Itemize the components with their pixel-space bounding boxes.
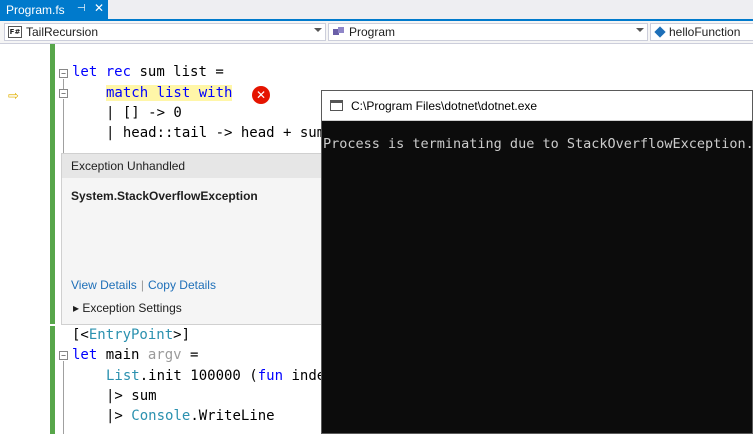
code-line[interactable]: List.init 100000 (fun inde	[106, 368, 325, 384]
exception-type: System.StackOverflowException	[71, 189, 258, 203]
project-dropdown-value: TailRecursion	[26, 25, 99, 39]
error-icon[interactable]: ✕	[252, 86, 270, 104]
member-dropdown[interactable]: helloFunction	[650, 23, 753, 41]
code-line[interactable]: [<EntryPoint>]	[72, 327, 190, 343]
fsharp-file-icon: F#	[8, 26, 22, 38]
view-details-link[interactable]: View Details	[71, 278, 137, 292]
exception-links: View Details | Copy Details	[71, 278, 216, 292]
code-line[interactable]: |> sum	[106, 388, 157, 404]
current-statement-highlight: match list with	[106, 85, 233, 101]
outline-guide	[63, 361, 64, 434]
console-title: C:\Program Files\dotnet\dotnet.exe	[351, 98, 538, 113]
outline-guide	[63, 79, 64, 89]
class-icon	[333, 27, 345, 37]
exception-settings-expander[interactable]: ▸ Exception Settings	[73, 301, 182, 315]
code-line[interactable]: | [] -> 0	[106, 105, 182, 121]
change-tracking-bar	[50, 44, 55, 324]
code-line[interactable]: |> Console.WriteLine	[106, 408, 275, 424]
tab-program-fs[interactable]: Program.fs ⊣ ✕	[0, 0, 108, 19]
navigation-bar: F# TailRecursion Program helloFunction	[0, 21, 753, 44]
copy-details-link[interactable]: Copy Details	[148, 278, 216, 292]
code-line-current-statement[interactable]: match list with	[106, 85, 233, 101]
console-title-bar[interactable]: C:\Program Files\dotnet\dotnet.exe	[322, 91, 752, 121]
chevron-down-icon	[314, 28, 322, 32]
expand-arrow-icon: ▸	[73, 301, 80, 315]
outline-guide	[63, 99, 64, 153]
close-icon[interactable]: ✕	[94, 1, 104, 15]
document-tab-strip: Program.fs ⊣ ✕	[0, 0, 753, 21]
tab-title: Program.fs	[6, 2, 65, 17]
project-dropdown[interactable]: F# TailRecursion	[4, 23, 326, 41]
chevron-down-icon	[636, 28, 644, 32]
exception-helper-popup: Exception Unhandled System.StackOverflow…	[61, 153, 323, 325]
collapse-toggle[interactable]: −	[59, 89, 68, 98]
code-line[interactable]: let rec sum list =	[72, 64, 224, 80]
exception-settings-label: Exception Settings	[82, 301, 182, 315]
cube-icon	[654, 26, 666, 38]
pin-icon[interactable]: ⊣	[77, 3, 86, 14]
module-dropdown-value: Program	[349, 25, 396, 39]
console-window[interactable]: C:\Program Files\dotnet\dotnet.exe Proce…	[321, 90, 753, 434]
link-separator: |	[140, 278, 144, 292]
member-dropdown-value: helloFunction	[669, 25, 741, 39]
exception-header: Exception Unhandled	[62, 154, 322, 178]
instruction-pointer-icon: ⇨	[8, 88, 19, 103]
code-line[interactable]: let main argv =	[72, 347, 198, 363]
change-tracking-bar	[50, 326, 55, 434]
console-output: Process is terminating due to StackOverf…	[323, 136, 753, 152]
collapse-toggle[interactable]: −	[59, 351, 68, 360]
collapse-toggle[interactable]: −	[59, 69, 68, 78]
code-line[interactable]: | head::tail -> head + sum	[106, 125, 325, 141]
module-dropdown[interactable]: Program	[328, 23, 648, 41]
console-app-icon	[330, 100, 343, 111]
